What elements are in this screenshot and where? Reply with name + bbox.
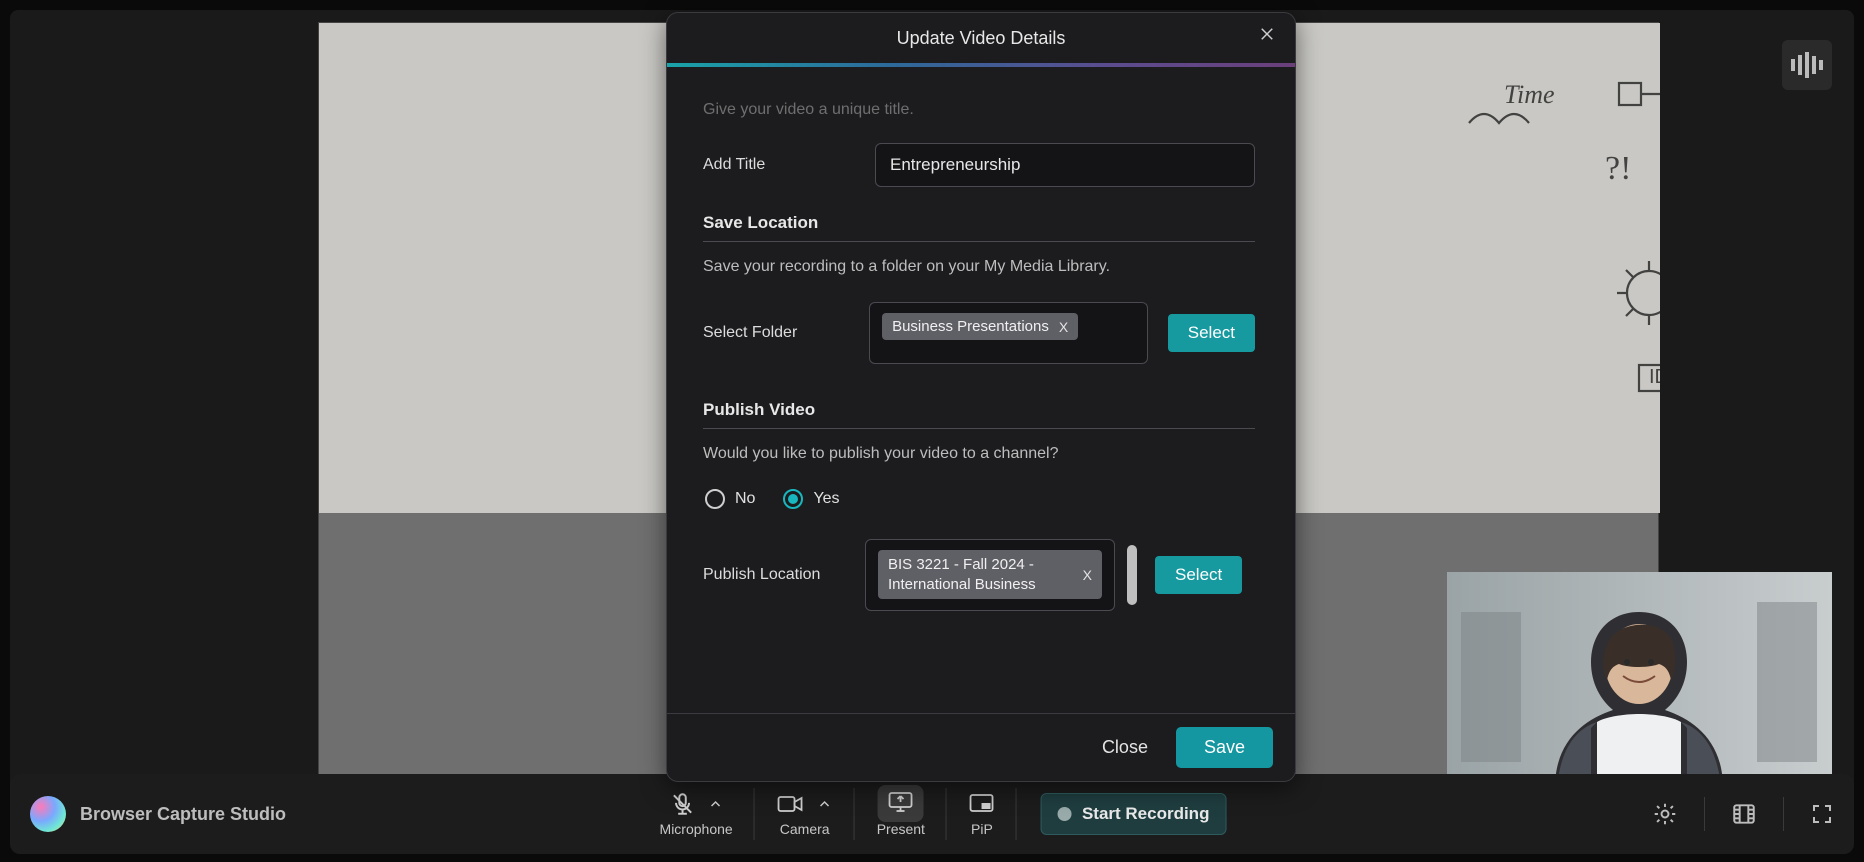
modal-footer: Close Save <box>667 713 1295 781</box>
publish-hint: Would you like to publish your video to … <box>703 445 1255 463</box>
modal-body: Give your video a unique title. Add Titl… <box>667 67 1295 713</box>
update-video-details-modal: Update Video Details Give your video a u… <box>666 12 1296 782</box>
publish-no-radio[interactable]: No <box>705 489 755 509</box>
remove-publish-chip[interactable]: X <box>1083 567 1092 583</box>
title-row: Add Title <box>703 143 1255 187</box>
save-button[interactable]: Save <box>1176 727 1273 768</box>
divider <box>703 428 1255 429</box>
modal-backdrop: Update Video Details Give your video a u… <box>0 0 1864 862</box>
title-hint: Give your video a unique title. <box>703 101 1255 119</box>
modal-close-button[interactable] <box>1253 23 1281 51</box>
save-location-hint: Save your recording to a folder on your … <box>703 258 1255 276</box>
save-location-heading: Save Location <box>703 213 1255 233</box>
select-folder-button[interactable]: Select <box>1168 314 1255 352</box>
add-title-label: Add Title <box>703 156 851 174</box>
modal-title: Update Video Details <box>897 28 1066 49</box>
modal-header: Update Video Details <box>667 13 1295 63</box>
modal-scroll[interactable]: Give your video a unique title. Add Titl… <box>703 67 1271 713</box>
publish-chipbox-scrollbar[interactable] <box>1127 545 1137 605</box>
remove-folder-chip[interactable]: X <box>1059 319 1068 335</box>
select-folder-label: Select Folder <box>703 324 849 342</box>
close-button[interactable]: Close <box>1102 737 1148 758</box>
publish-radio-group: No Yes <box>705 489 1255 509</box>
publish-location-chip-text: BIS 3221 - Fall 2024 - International Bus… <box>888 555 1073 594</box>
publish-chipbox[interactable]: BIS 3221 - Fall 2024 - International Bus… <box>865 539 1115 611</box>
publish-location-row: Publish Location BIS 3221 - Fall 2024 - … <box>703 539 1255 611</box>
close-icon <box>1258 25 1276 43</box>
divider <box>703 241 1255 242</box>
publish-yes-label: Yes <box>813 490 839 508</box>
radio-icon <box>705 489 725 509</box>
title-input[interactable] <box>875 143 1255 187</box>
publish-yes-radio[interactable]: Yes <box>783 489 839 509</box>
select-folder-row: Select Folder Business Presentations X S… <box>703 302 1255 364</box>
publish-heading: Publish Video <box>703 400 1255 420</box>
publish-no-label: No <box>735 490 755 508</box>
radio-icon <box>783 489 803 509</box>
folder-chipbox[interactable]: Business Presentations X <box>869 302 1148 364</box>
folder-chip: Business Presentations X <box>882 313 1078 340</box>
select-publish-button[interactable]: Select <box>1155 556 1242 594</box>
folder-chip-text: Business Presentations <box>892 318 1049 335</box>
publish-location-chip: BIS 3221 - Fall 2024 - International Bus… <box>878 550 1102 599</box>
publish-location-label: Publish Location <box>703 566 851 584</box>
